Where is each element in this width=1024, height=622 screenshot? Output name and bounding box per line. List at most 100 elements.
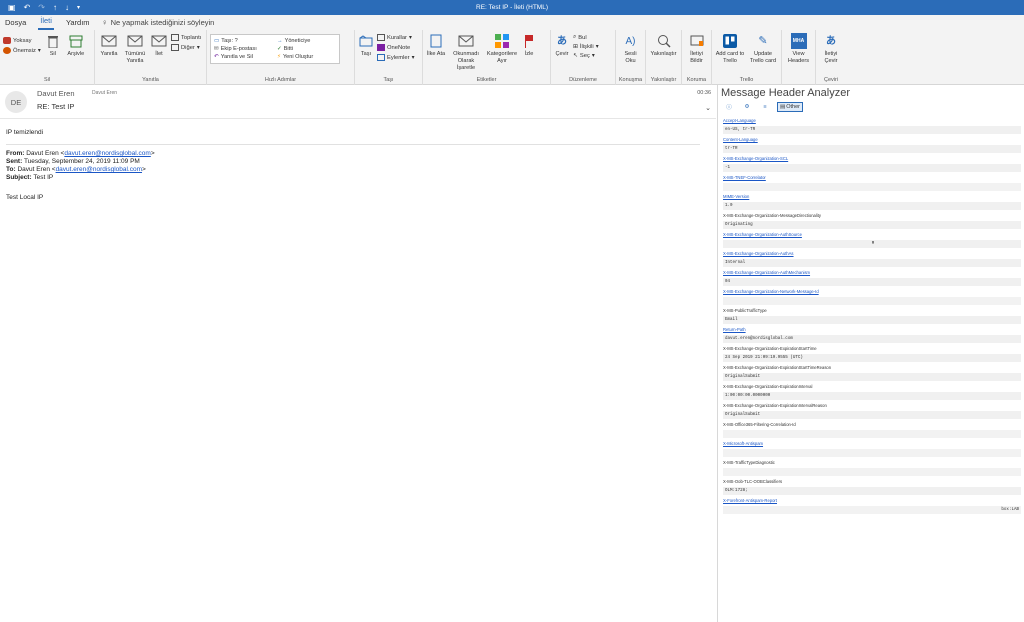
message-subject: RE: Test IP	[37, 102, 75, 111]
envelope-icon	[458, 33, 474, 49]
header-value: OLM:1728;	[723, 487, 1021, 495]
select-button[interactable]: ↖ Seç ▾	[573, 53, 599, 59]
header-value	[723, 297, 1021, 305]
header-name[interactable]: Content-Language	[723, 137, 1021, 143]
archive-icon	[68, 33, 84, 49]
group-quick-steps: ▭ Taşı: ? → Yöneticiye ✉ Ekip E-postası ✓ Bi…	[207, 30, 355, 85]
list-icon[interactable]: ≡	[759, 102, 771, 112]
header-name[interactable]: X-MS-Exchange-Organization-AuthAs	[723, 251, 1021, 257]
group-duzenleme: あ Çevir ⌕ Bul ⊞ İlişkili ▾ ↖ Seç ▾ Düzenlem…	[551, 30, 616, 85]
undo-icon[interactable]: ↶	[24, 3, 31, 12]
mark-unread-button[interactable]: Okunmadı Olarak İşaretle	[449, 33, 483, 72]
reply-all-icon	[127, 33, 143, 49]
header-name[interactable]: X-MS-Exchange-Organization-AuthSource	[723, 232, 1021, 238]
group-label-duzenleme: Düzenleme	[569, 77, 597, 83]
quick-step-reply-delete[interactable]: ↶ Yanıtla ve Sil	[214, 54, 273, 61]
down-arrow-icon[interactable]: ↓	[65, 3, 69, 12]
to-line: To: Davut Eren <davut.eren@nordisglobal.…	[6, 166, 146, 173]
tab-other[interactable]: ▤ Other	[777, 102, 803, 112]
rules-button[interactable]: Kurallar ▾	[377, 34, 414, 41]
group-label-trello: Trello	[739, 77, 754, 83]
group-label-koruma: Koruma	[686, 77, 707, 83]
translate-button[interactable]: あ Çevir	[554, 33, 570, 58]
forward-button[interactable]: İlet	[150, 33, 168, 58]
header-name[interactable]: X-Forefront-Antispam-Report	[723, 498, 1021, 504]
yoksay-button[interactable]: Yoksay	[3, 37, 41, 44]
group-trello: Add card to Trello ✎ Update Trello card …	[712, 30, 782, 85]
header-name[interactable]: Accept-Language	[723, 118, 1021, 124]
to-email-link[interactable]: davut.eren@nordisglobal.com	[56, 166, 142, 173]
onemsiz-button[interactable]: Önemsiz ▾	[3, 47, 41, 54]
group-yanitla: Yanıtla Tümünü Yanıtla İlet Toplantı Diğ…	[95, 30, 207, 85]
header-name[interactable]: X-MS-TNEF-Correlator	[723, 175, 1021, 181]
view-headers-button[interactable]: MHA View Headers	[785, 33, 812, 65]
header-name[interactable]: X-MS-Exchange-Organization-Network-Messa…	[723, 289, 1021, 295]
avatar[interactable]: DE	[5, 91, 27, 113]
mha-icon: MHA	[790, 33, 807, 49]
from-line: From: Davut Eren <davut.eren@nordisgloba…	[6, 150, 155, 157]
report-message-button[interactable]: İletiyi Bildir	[685, 33, 708, 65]
tab-dosya[interactable]: Dosya	[3, 16, 28, 30]
update-trello-button[interactable]: ✎ Update Trello card	[748, 33, 778, 65]
move-button[interactable]: Taşı	[358, 33, 374, 58]
delete-button[interactable]: Sil	[44, 33, 62, 58]
gear-icon[interactable]: ⚙	[741, 102, 753, 112]
redo-icon[interactable]: ↷	[38, 3, 45, 12]
read-aloud-button[interactable]: A) Sesli Oku	[619, 33, 642, 65]
info-icon[interactable]: ⓘ	[723, 102, 735, 112]
onenote-button[interactable]: OneNote	[377, 44, 414, 51]
tab-yardim[interactable]: Yardım	[64, 16, 92, 30]
reply-button[interactable]: Yanıtla	[98, 33, 120, 58]
find-button[interactable]: ⌕ Bul	[573, 34, 599, 41]
tell-me-box[interactable]: ♀ Ne yapmak istediğinizi söyleyin	[102, 18, 215, 30]
header-value	[723, 430, 1021, 438]
related-button[interactable]: ⊞ İlişkili ▾	[573, 44, 599, 50]
group-label-tasi: Taşı	[383, 77, 394, 83]
header-name[interactable]: X-MS-Exchange-Organization-SCL	[723, 156, 1021, 162]
quick-step-done[interactable]: ✓ Bitti	[277, 45, 336, 52]
translate-message-button[interactable]: あ İletiyi Çevir	[819, 33, 843, 65]
save-icon[interactable]: ▣	[8, 3, 16, 12]
group-koruma: İletiyi Bildir Koruma	[682, 30, 712, 85]
body-text: Test Local IP	[6, 194, 44, 201]
forward-icon	[151, 33, 167, 49]
group-etiketler: İlke Ata Okunmadı Olarak İşaretle Katego…	[423, 30, 551, 85]
chevron-down-icon[interactable]: ⌄	[705, 104, 711, 112]
quick-step-manager[interactable]: → Yöneticiye	[277, 37, 336, 44]
customize-qat-icon[interactable]: ▾	[77, 4, 80, 11]
greeting-text: IP temizlendi	[6, 129, 44, 136]
header-name: X-MS-PublicTrafficType	[723, 308, 767, 313]
quick-step-move[interactable]: ▭ Taşı: ?	[214, 37, 273, 44]
meeting-button[interactable]: Toplantı	[171, 34, 201, 41]
read-aloud-icon: A)	[625, 35, 636, 47]
quick-step-team[interactable]: ✉ Ekip E-postası	[214, 45, 273, 52]
follow-up-button[interactable]: İzle	[521, 33, 537, 58]
header-name[interactable]: MIME-Version	[723, 194, 1021, 200]
header-value-right: box:LAB	[1001, 508, 1019, 512]
quick-step-new[interactable]: ⚡ Yeni Oluştur	[277, 54, 336, 61]
divider	[6, 144, 700, 145]
header-name: X-MS-Exchange-Organization-ExpirationSta…	[723, 346, 817, 351]
sender-name[interactable]: Davut Eren	[37, 89, 75, 98]
up-arrow-icon[interactable]: ↑	[53, 3, 57, 12]
header-name: X-MS-Exchange-Organization-ExpirationInt…	[723, 403, 827, 408]
group-label-konusma: Konuşma	[618, 77, 643, 83]
group-mha: MHA View Headers	[782, 30, 816, 85]
trello-icon	[722, 33, 738, 49]
assign-policy-button[interactable]: İlke Ata	[426, 33, 446, 58]
header-value: davut.eren@nordisglobal.com	[723, 335, 1021, 343]
header-name: X-MS-TrafficTypeDiagnostic	[723, 460, 775, 465]
header-name[interactable]: Return-Path	[723, 327, 1021, 333]
tab-ileti[interactable]: İleti	[38, 14, 54, 30]
header-value: 24 Sep 2019 21:09:19.9555 (UTC)	[723, 354, 1021, 362]
header-name[interactable]: X-Microsoft-Antispam	[723, 441, 1021, 447]
actions-button[interactable]: Eylemler ▾	[377, 54, 414, 61]
add-card-trello-button[interactable]: Add card to Trello	[715, 33, 745, 65]
archive-button[interactable]: Arşivle	[65, 33, 87, 58]
reply-all-button[interactable]: Tümünü Yanıtla	[123, 33, 147, 65]
categorize-button[interactable]: Kategorilere Ayır	[486, 33, 518, 65]
more-reply-button[interactable]: Diğer ▾	[171, 44, 201, 51]
header-name[interactable]: X-MS-Exchange-Organization-AuthMechanism	[723, 270, 1021, 276]
from-email-link[interactable]: davut.eren@nordisglobal.com	[64, 150, 150, 157]
zoom-button[interactable]: Yakınlaştır	[649, 33, 678, 58]
